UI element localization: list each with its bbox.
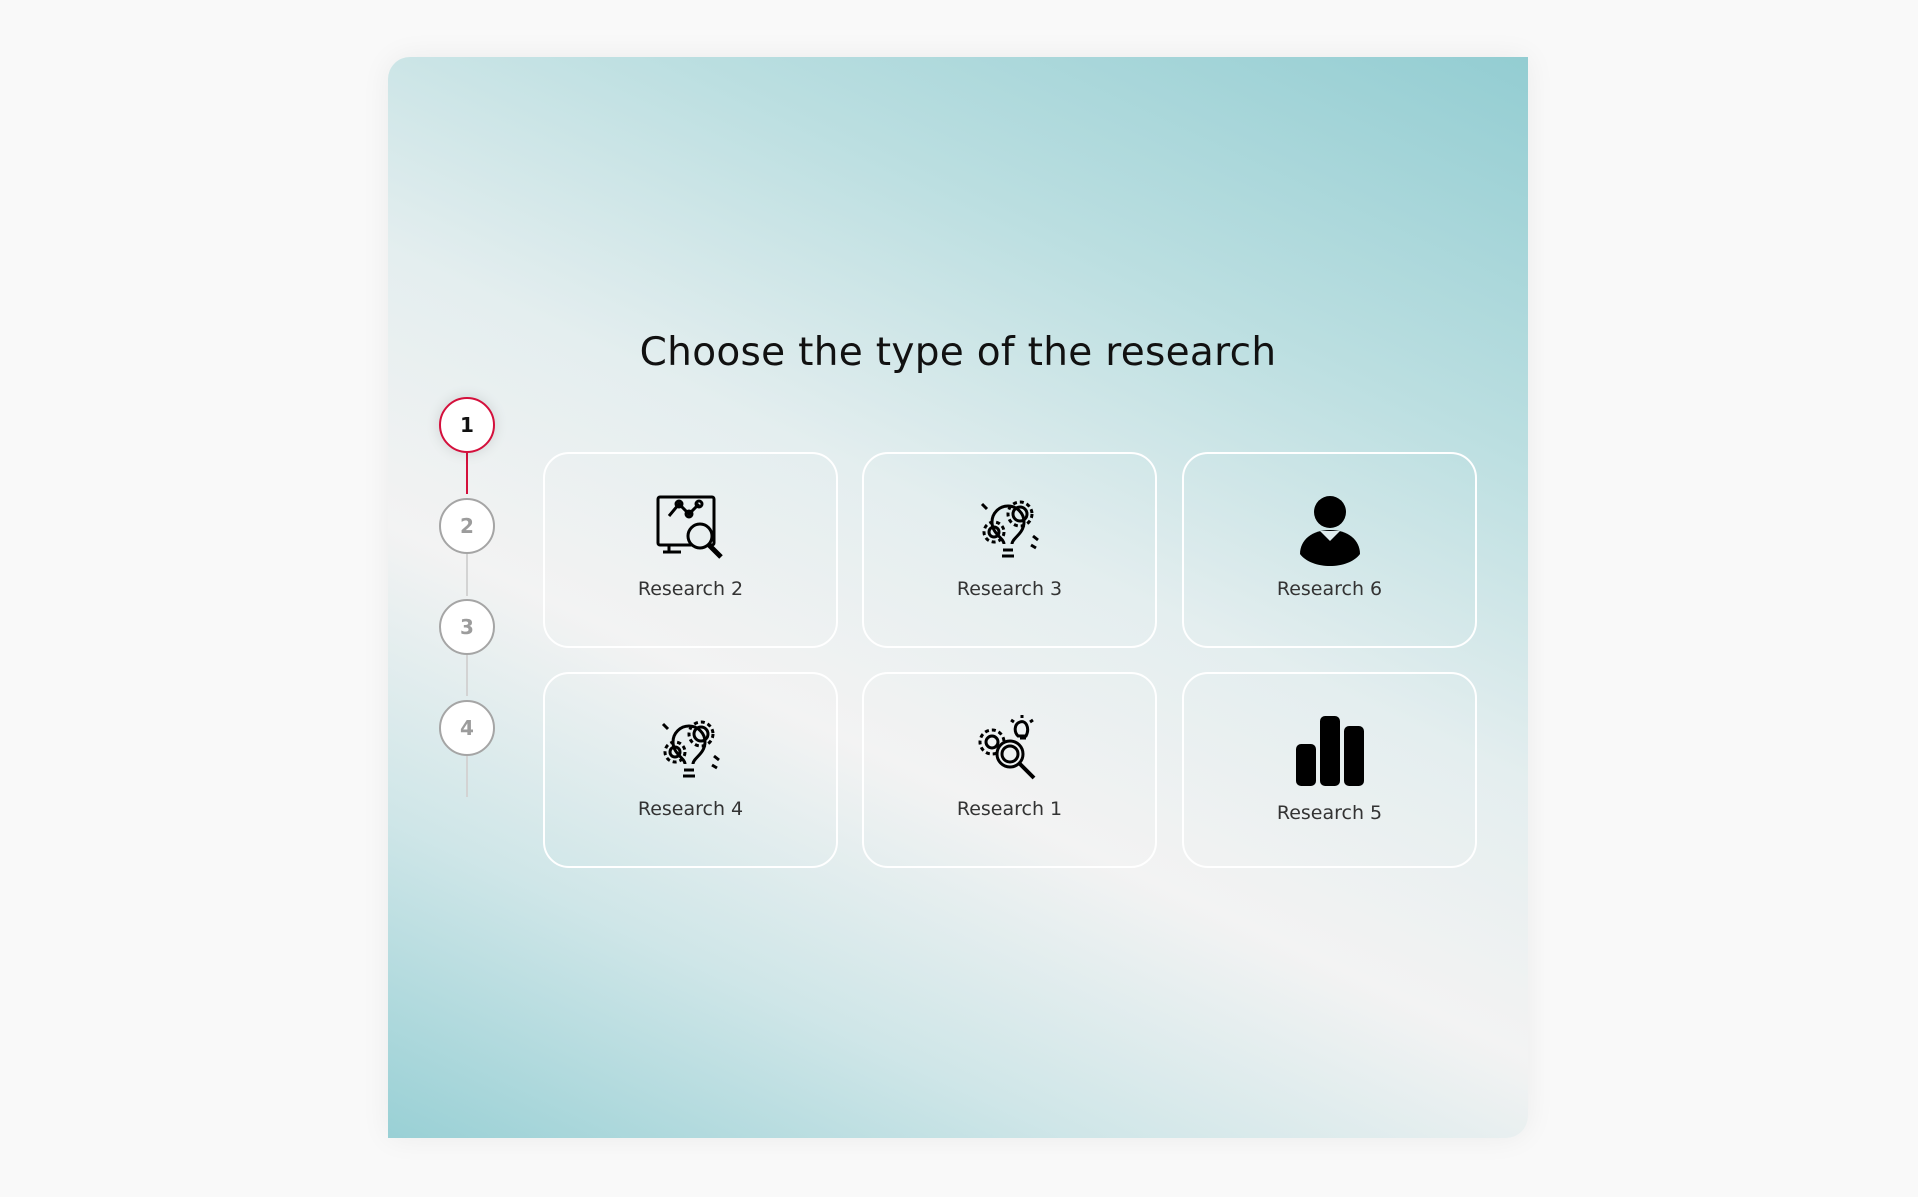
option-label: Research 4 [637,798,744,820]
step-connector [466,452,468,494]
option-label: Research 2 [637,578,744,600]
step-3[interactable]: 3 [439,599,495,655]
step-2[interactable]: 2 [439,498,495,554]
page-title: Choose the type of the research [639,330,1277,375]
step-1[interactable]: 1 [439,397,495,453]
lightbulb-gears-icon [661,720,720,778]
option-research-1[interactable]: Research 1 [862,672,1157,868]
lightbulb-gears-icon [980,500,1039,558]
option-research-6[interactable]: Research 6 [1182,452,1477,648]
gears-magnifier-bulb-icon [978,715,1035,780]
option-research-4[interactable]: Research 4 [543,672,838,868]
step-connector [466,554,468,596]
step-4[interactable]: 4 [439,700,495,756]
step-connector [466,654,468,696]
option-label: Research 1 [956,798,1063,820]
option-research-3[interactable]: Research 3 [862,452,1157,648]
step-connector [466,755,468,797]
research-type-panel: Choose the type of the research 1 2 3 4 … [388,57,1528,1138]
option-label: Research 6 [1276,578,1383,600]
bar-chart-icon [1295,716,1364,786]
option-label: Research 3 [956,578,1063,600]
option-label: Research 5 [1276,802,1383,824]
user-icon [1299,496,1360,566]
option-research-2[interactable]: Research 2 [543,452,838,648]
monitor-chart-magnifier-icon [656,495,723,559]
option-research-5[interactable]: Research 5 [1182,672,1477,868]
